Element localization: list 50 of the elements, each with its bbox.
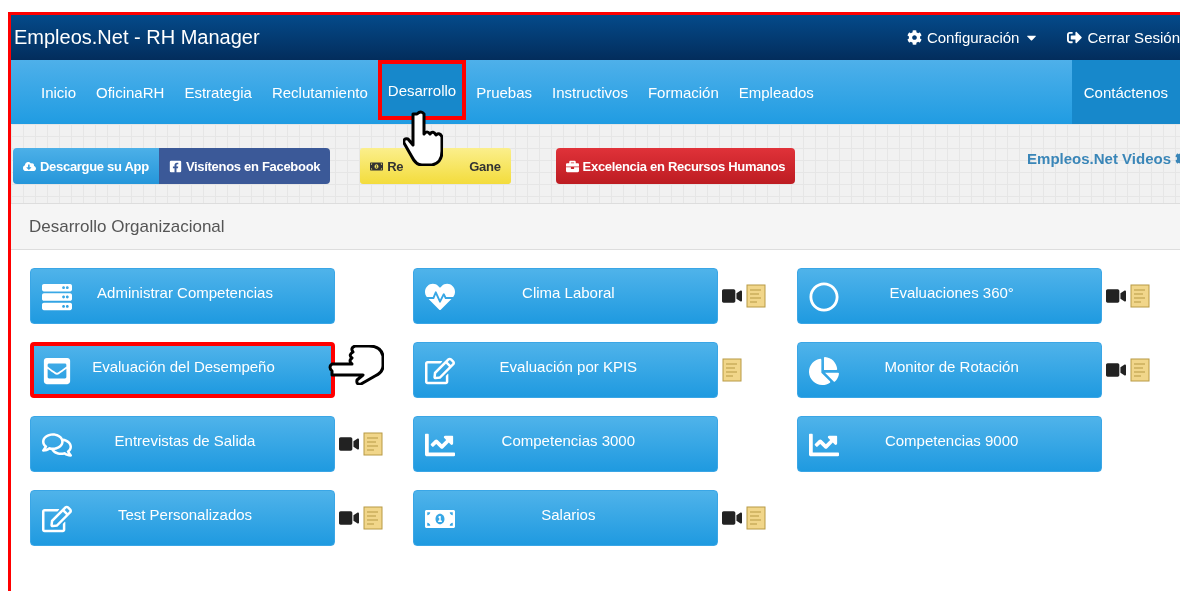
- videos-link[interactable]: Empleos.Net Videos: [1027, 150, 1180, 167]
- video-camera-icon[interactable]: [1105, 360, 1126, 380]
- list-icon: [42, 282, 72, 312]
- module-button[interactable]: Entrevistas de Salida: [30, 416, 335, 472]
- module-button[interactable]: Evaluaciones 360°: [796, 268, 1102, 324]
- module-button[interactable]: Monitor de Rotación: [796, 342, 1102, 398]
- video-camera-icon[interactable]: [339, 508, 359, 528]
- document-icon[interactable]: [722, 358, 743, 382]
- panel-title: Desarrollo Organizacional: [29, 216, 225, 237]
- facebook-icon: [168, 159, 182, 173]
- logout-link[interactable]: Cerrar Sesión: [1067, 29, 1180, 46]
- module-button[interactable]: Competencias 9000: [796, 416, 1102, 472]
- nav-tab[interactable]: Reclutamiento: [261, 60, 378, 124]
- settings-icon: [906, 30, 922, 45]
- video-camera-icon[interactable]: [1105, 286, 1126, 306]
- module-button[interactable]: Administrar Competencias: [30, 268, 335, 324]
- nav-tab[interactable]: Formación: [637, 60, 729, 124]
- module-button[interactable]: Test Personalizados: [30, 490, 335, 546]
- hand-pointer-icon: [403, 110, 443, 166]
- module-button[interactable]: Competencias 3000: [413, 416, 719, 472]
- award-button[interactable]: Excelencia en Recursos Humanos: [555, 148, 796, 184]
- edit-icon: [425, 356, 456, 386]
- nav-tab[interactable]: Desarrollo: [377, 60, 467, 120]
- cloud-download-icon: [23, 159, 36, 173]
- heartbeat-icon: [425, 282, 456, 312]
- nav-tab[interactable]: Instructivos: [542, 60, 638, 124]
- chat-bubbles-icon: [42, 430, 72, 460]
- logout-icon: [1067, 30, 1083, 45]
- module-button[interactable]: Evaluación por KPIS: [413, 342, 719, 398]
- nav-tab[interactable]: Inicio: [31, 60, 87, 124]
- app-title: Empleos.Net - RH Manager: [14, 26, 261, 49]
- envelope-icon: [42, 356, 72, 386]
- video-camera-icon[interactable]: [722, 286, 743, 306]
- settings-menu[interactable]: Configuración: [906, 29, 1040, 46]
- module-button[interactable]: Salarios: [413, 490, 719, 546]
- hand-pointer-icon: [328, 345, 384, 385]
- nav-tab[interactable]: Estrategia: [174, 60, 262, 124]
- nav-tab[interactable]: Pruebas: [466, 60, 543, 124]
- briefcase-icon: [565, 159, 579, 173]
- pie-chart-icon: [808, 356, 839, 386]
- facebook-button[interactable]: Visítenos en Facebook: [158, 148, 331, 184]
- nav-tab[interactable]: Empleados: [728, 60, 824, 124]
- nav-tab[interactable]: Contáctenos: [1071, 60, 1180, 124]
- edit-icon: [42, 504, 72, 534]
- video-camera-icon[interactable]: [722, 508, 743, 528]
- module-button[interactable]: Clima Laboral: [413, 268, 719, 324]
- download-app-button[interactable]: Descargue su App: [13, 148, 159, 184]
- module-button[interactable]: Evaluación del Desempeño: [30, 342, 335, 398]
- nav-tab[interactable]: OficinaRH: [86, 60, 175, 124]
- video-camera-icon[interactable]: [339, 434, 359, 454]
